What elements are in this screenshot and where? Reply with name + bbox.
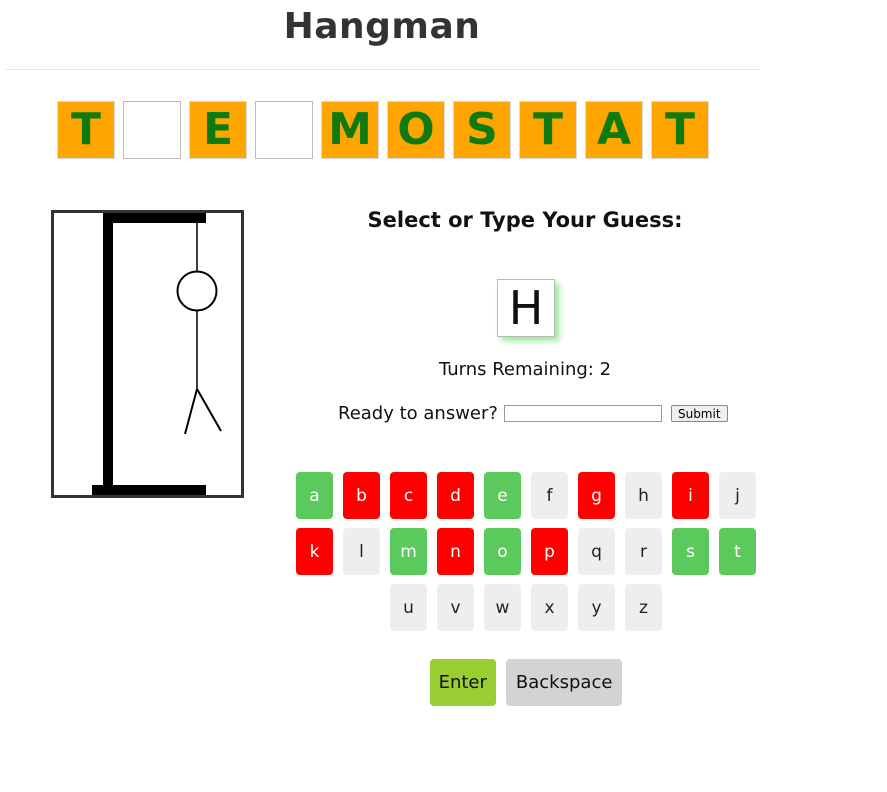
- guess-prompt: Select or Type Your Guess:: [367, 208, 683, 232]
- hangman-head: [176, 270, 218, 312]
- key-l[interactable]: l: [343, 528, 380, 575]
- key-y[interactable]: y: [578, 584, 615, 631]
- key-p[interactable]: p: [531, 528, 568, 575]
- page-title: Hangman: [283, 6, 481, 47]
- hangman-drawing: [51, 210, 244, 498]
- key-c[interactable]: c: [390, 472, 427, 519]
- letter-tile: M: [321, 101, 379, 159]
- key-r[interactable]: r: [625, 528, 662, 575]
- keyboard-row-1: a b c d e f g h i j: [0, 472, 887, 519]
- hangman-left-leg: [184, 388, 198, 435]
- answer-label: Ready to answer?: [338, 403, 498, 424]
- key-z[interactable]: z: [625, 584, 662, 631]
- keyboard-row-2: k l m n o p q r s t: [0, 528, 887, 575]
- key-n[interactable]: n: [437, 528, 474, 575]
- key-g[interactable]: g: [578, 472, 615, 519]
- key-f[interactable]: f: [531, 472, 568, 519]
- key-t[interactable]: t: [719, 528, 756, 575]
- key-h[interactable]: h: [625, 472, 662, 519]
- current-guess: H: [497, 279, 555, 337]
- key-x[interactable]: x: [531, 584, 568, 631]
- key-q[interactable]: q: [578, 528, 615, 575]
- answer-input[interactable]: [503, 405, 662, 422]
- submit-button[interactable]: Submit: [670, 405, 728, 422]
- key-o[interactable]: o: [484, 528, 521, 575]
- letter-tile: O: [387, 101, 445, 159]
- letter-tile: T: [519, 101, 577, 159]
- key-s[interactable]: s: [672, 528, 709, 575]
- key-w[interactable]: w: [484, 584, 521, 631]
- key-j[interactable]: j: [719, 472, 756, 519]
- gallows-post: [103, 213, 113, 489]
- hangman-right-leg: [196, 388, 222, 432]
- letter-tile: E: [189, 101, 247, 159]
- enter-button[interactable]: Enter: [429, 659, 496, 706]
- key-i[interactable]: i: [672, 472, 709, 519]
- title-divider: [5, 69, 760, 70]
- letter-tile: T: [57, 101, 115, 159]
- key-v[interactable]: v: [437, 584, 474, 631]
- gallows-figure: [92, 213, 222, 495]
- key-m[interactable]: m: [390, 528, 427, 575]
- letter-tile: T: [651, 101, 709, 159]
- letter-tile: A: [585, 101, 643, 159]
- key-e[interactable]: e: [484, 472, 521, 519]
- key-b[interactable]: b: [343, 472, 380, 519]
- letter-tile: [123, 101, 181, 159]
- letter-tile: S: [453, 101, 511, 159]
- answer-form: Ready to answer? Submit: [338, 403, 728, 424]
- word-display: T E M O S T A T: [57, 101, 709, 159]
- gallows-beam: [103, 213, 206, 223]
- turns-remaining: Turns Remaining: 2: [438, 359, 612, 380]
- keyboard-row-3: u v w x y z: [0, 584, 887, 631]
- key-d[interactable]: d: [437, 472, 474, 519]
- keyboard-actions: Enter Backspace: [0, 659, 887, 706]
- letter-tile: [255, 101, 313, 159]
- backspace-button[interactable]: Backspace: [505, 659, 623, 706]
- key-a[interactable]: a: [296, 472, 333, 519]
- key-k[interactable]: k: [296, 528, 333, 575]
- key-u[interactable]: u: [390, 584, 427, 631]
